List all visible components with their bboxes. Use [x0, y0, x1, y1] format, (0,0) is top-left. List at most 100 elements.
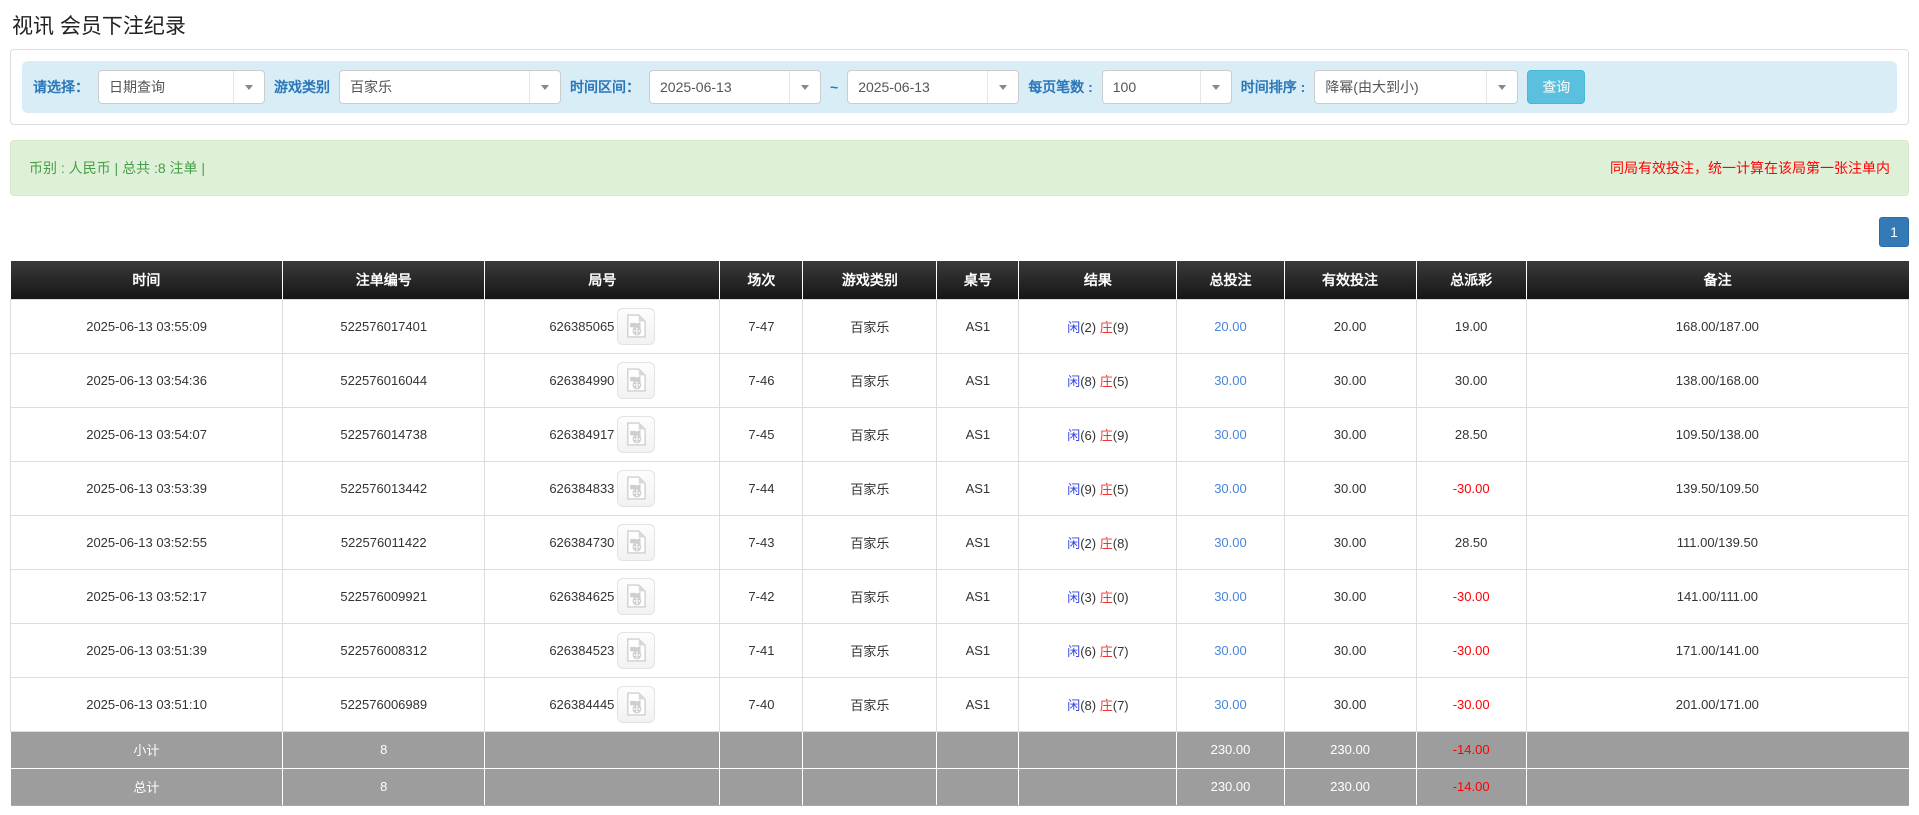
- cell-payout: 28.50: [1416, 515, 1526, 569]
- video-replay-icon: [626, 638, 646, 662]
- cell-session: 7-46: [720, 353, 803, 407]
- video-replay-button[interactable]: [617, 470, 655, 507]
- cell-result: 闲(3) 庄(0): [1019, 569, 1177, 623]
- cell-time: 2025-06-13 03:54:07: [11, 407, 283, 461]
- footer-count: 8: [283, 731, 485, 768]
- cell-payout: 19.00: [1416, 299, 1526, 353]
- total-row: 总计8230.00230.00-14.00: [11, 768, 1909, 805]
- video-replay-button[interactable]: [617, 632, 655, 669]
- game-type-select[interactable]: 百家乐: [339, 70, 561, 104]
- sort-order-value: 降幂(由大到小): [1315, 77, 1486, 97]
- query-type-value: 日期查询: [99, 77, 233, 97]
- cell-remark: 139.50/109.50: [1526, 461, 1908, 515]
- video-replay-icon: [626, 368, 646, 392]
- total-bet-link[interactable]: 30.00: [1214, 481, 1247, 496]
- footer-payout: -14.00: [1416, 731, 1526, 768]
- video-replay-button[interactable]: [617, 362, 655, 399]
- cell-game: 百家乐: [803, 677, 937, 731]
- video-replay-button[interactable]: [617, 524, 655, 561]
- video-replay-button[interactable]: [617, 416, 655, 453]
- cell-result: 闲(8) 庄(5): [1019, 353, 1177, 407]
- cell-remark: 141.00/111.00: [1526, 569, 1908, 623]
- total-bet-link[interactable]: 30.00: [1214, 643, 1247, 658]
- round-id: 626384833: [549, 481, 614, 496]
- game-type-label: 游戏类别: [274, 77, 330, 97]
- cell-valid-bet: 20.00: [1284, 299, 1416, 353]
- sort-order-select[interactable]: 降幂(由大到小): [1314, 70, 1518, 104]
- cell-time: 2025-06-13 03:52:55: [11, 515, 283, 569]
- cell-valid-bet: 30.00: [1284, 677, 1416, 731]
- cell-payout: -30.00: [1416, 623, 1526, 677]
- cell-result: 闲(6) 庄(7): [1019, 623, 1177, 677]
- footer-empty-cell: [720, 768, 803, 805]
- date-from-value: 2025-06-13: [650, 79, 789, 95]
- cell-game: 百家乐: [803, 461, 937, 515]
- date-from-select[interactable]: 2025-06-13: [649, 70, 821, 104]
- total-bet-link[interactable]: 30.00: [1214, 535, 1247, 550]
- cell-bet-id: 522576014738: [283, 407, 485, 461]
- total-bet-link[interactable]: 30.00: [1214, 373, 1247, 388]
- summary-currency-total: 币别 : 人民币 | 总共 :8 注单 |: [29, 158, 205, 178]
- filter-bar: 请选择： 日期查询 游戏类别 百家乐 时间区间： 2025-06-13 ~ 20…: [22, 61, 1897, 113]
- page-button-1[interactable]: 1: [1879, 217, 1909, 247]
- table-row: 2025-06-13 03:51:10522576006989626384445…: [11, 677, 1909, 731]
- cell-valid-bet: 30.00: [1284, 353, 1416, 407]
- footer-empty-cell: [1019, 768, 1177, 805]
- table-row: 2025-06-13 03:54:07522576014738626384917…: [11, 407, 1909, 461]
- cell-remark: 168.00/187.00: [1526, 299, 1908, 353]
- date-to-select[interactable]: 2025-06-13: [847, 70, 1019, 104]
- result-banker: 庄: [1100, 698, 1113, 713]
- total-bet-link[interactable]: 30.00: [1214, 427, 1247, 442]
- footer-label: 总计: [11, 768, 283, 805]
- table-row: 2025-06-13 03:52:17522576009921626384625…: [11, 569, 1909, 623]
- cell-time: 2025-06-13 03:54:36: [11, 353, 283, 407]
- cell-round: 626384625: [485, 569, 720, 623]
- cell-payout: 30.00: [1416, 353, 1526, 407]
- result-banker: 庄: [1100, 644, 1113, 659]
- footer-total-bet: 230.00: [1177, 731, 1284, 768]
- video-replay-button[interactable]: [617, 686, 655, 723]
- result-player: 闲: [1067, 644, 1080, 659]
- cell-payout: -30.00: [1416, 677, 1526, 731]
- result-player: 闲: [1067, 536, 1080, 551]
- video-replay-button[interactable]: [617, 308, 655, 345]
- search-button[interactable]: 查询: [1527, 70, 1585, 104]
- video-replay-button[interactable]: [617, 578, 655, 615]
- cell-total-bet: 30.00: [1177, 623, 1284, 677]
- result-banker: 庄: [1100, 428, 1113, 443]
- cell-table-no: AS1: [937, 677, 1019, 731]
- table-row: 2025-06-13 03:54:36522576016044626384990…: [11, 353, 1909, 407]
- range-tilde: ~: [830, 79, 838, 95]
- cell-round: 626384445: [485, 677, 720, 731]
- col-header-6: 桌号: [937, 261, 1019, 299]
- cell-remark: 201.00/171.00: [1526, 677, 1908, 731]
- chevron-down-icon: [529, 71, 560, 103]
- cell-round: 626385065: [485, 299, 720, 353]
- cell-result: 闲(8) 庄(7): [1019, 677, 1177, 731]
- per-page-value: 100: [1103, 79, 1200, 95]
- cell-total-bet: 30.00: [1177, 407, 1284, 461]
- cell-remark: 171.00/141.00: [1526, 623, 1908, 677]
- col-header-5: 游戏类别: [803, 261, 937, 299]
- cell-valid-bet: 30.00: [1284, 461, 1416, 515]
- col-header-10: 总派彩: [1416, 261, 1526, 299]
- footer-label: 小计: [11, 731, 283, 768]
- cell-bet-id: 522576006989: [283, 677, 485, 731]
- cell-session: 7-43: [720, 515, 803, 569]
- per-page-select[interactable]: 100: [1102, 70, 1232, 104]
- footer-empty-cell: [485, 768, 720, 805]
- cell-table-no: AS1: [937, 407, 1019, 461]
- cell-result: 闲(2) 庄(8): [1019, 515, 1177, 569]
- col-header-1: 时间: [11, 261, 283, 299]
- cell-remark: 109.50/138.00: [1526, 407, 1908, 461]
- result-player: 闲: [1067, 698, 1080, 713]
- video-replay-icon: [626, 584, 646, 608]
- total-bet-link[interactable]: 30.00: [1214, 697, 1247, 712]
- total-bet-link[interactable]: 30.00: [1214, 589, 1247, 604]
- col-header-9: 有效投注: [1284, 261, 1416, 299]
- total-bet-link[interactable]: 20.00: [1214, 319, 1247, 334]
- result-banker: 庄: [1100, 482, 1113, 497]
- summary-bar: 币别 : 人民币 | 总共 :8 注单 | 同局有效投注，统一计算在该局第一张注…: [10, 140, 1909, 196]
- query-type-select[interactable]: 日期查询: [98, 70, 265, 104]
- chevron-down-icon: [1200, 71, 1231, 103]
